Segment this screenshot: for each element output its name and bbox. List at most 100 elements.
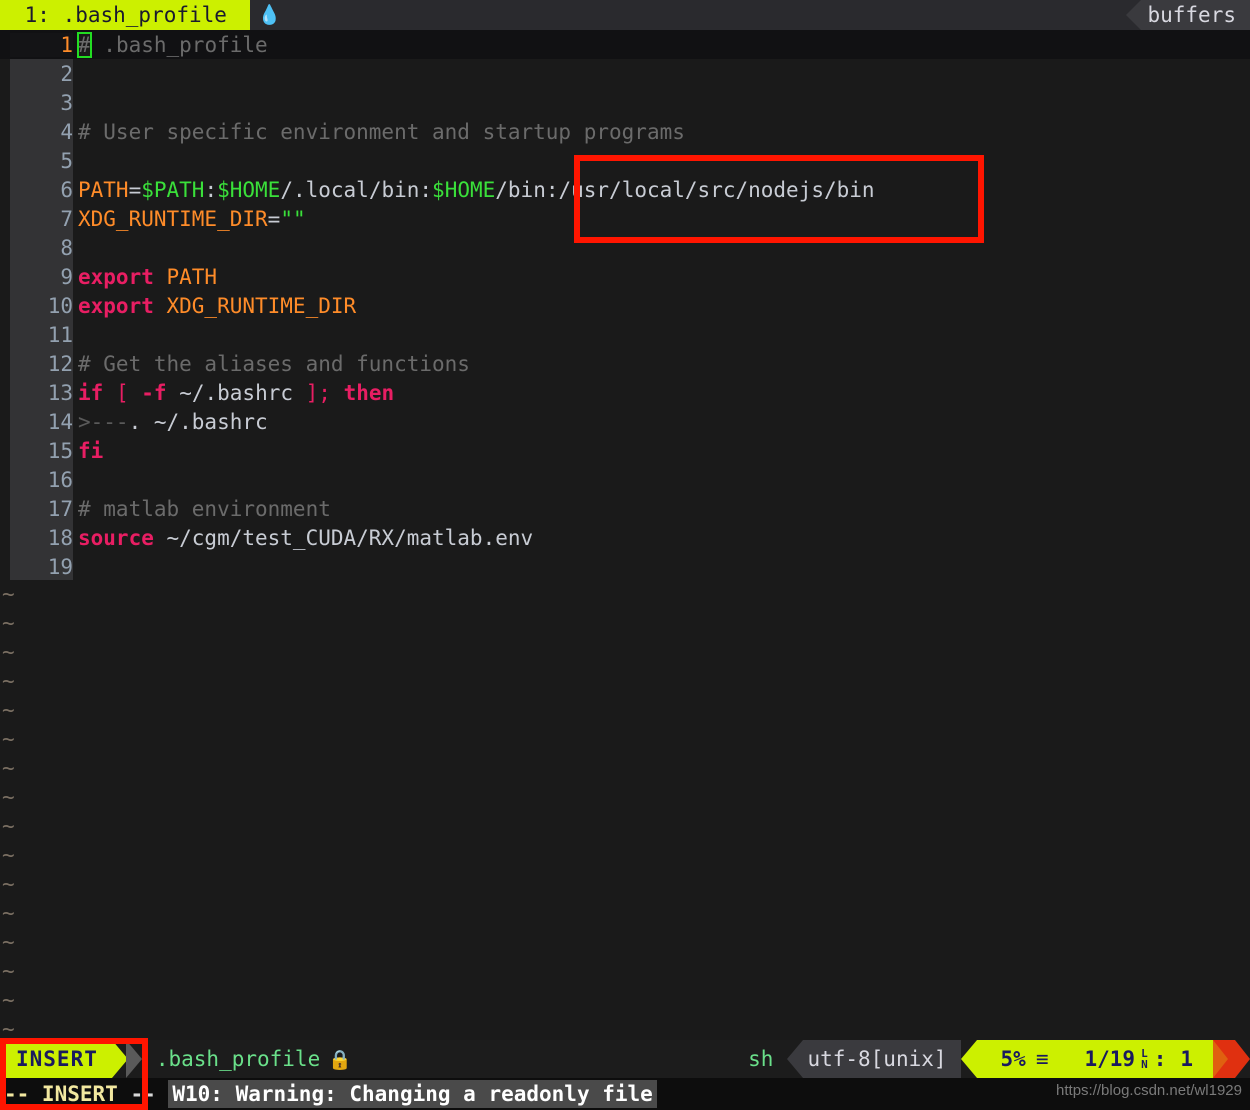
code-token: ]; bbox=[305, 380, 331, 405]
line-text: # .bash_profile bbox=[77, 31, 268, 58]
code-line[interactable]: 19 bbox=[0, 552, 1250, 581]
buffers-indicator[interactable]: buffers bbox=[1126, 0, 1250, 30]
status-filename: .bash_profile bbox=[155, 1047, 321, 1071]
code-line[interactable]: 2 bbox=[0, 59, 1250, 88]
empty-line-marker: ~ bbox=[2, 843, 15, 867]
line-number: 5 bbox=[60, 148, 73, 173]
lock-icon: 🔒 bbox=[328, 1048, 352, 1071]
status-filename-group: .bash_profile 🔒 bbox=[141, 1040, 360, 1078]
tabline-spacer bbox=[289, 0, 1142, 30]
line-text: # matlab environment bbox=[78, 497, 331, 521]
line-text: if [ -f ~/.bashrc ]; then bbox=[78, 381, 394, 405]
code-line[interactable]: 8 bbox=[0, 233, 1250, 262]
status-col-separator: : bbox=[1153, 1047, 1167, 1071]
code-line[interactable]: 18 source ~/cgm/test_CUDA/RX/matlab.env bbox=[0, 523, 1250, 552]
line-number: 15 bbox=[47, 438, 73, 463]
empty-line-marker: ~ bbox=[2, 727, 15, 751]
statusline-spacer bbox=[359, 1040, 735, 1078]
empty-line-marker: ~ bbox=[2, 669, 15, 693]
code-line[interactable]: 14 >---. ~/.bashrc bbox=[0, 407, 1250, 436]
empty-line-marker: ~ bbox=[2, 611, 15, 635]
code-line[interactable]: 11 bbox=[0, 320, 1250, 349]
code-token: XDG_RUNTIME_DIR bbox=[153, 293, 357, 318]
code-line[interactable]: 12 # Get the aliases and functions bbox=[0, 349, 1250, 378]
empty-line-marker: ~ bbox=[2, 814, 15, 838]
code-token: /.local/bin: bbox=[280, 177, 433, 202]
code-line[interactable]: 1 # .bash_profile bbox=[0, 30, 1250, 59]
line-number: 12 bbox=[47, 351, 73, 376]
status-position-group: 1/19 L N : 1 bbox=[1064, 1040, 1213, 1078]
statusline: INSERT .bash_profile 🔒 sh utf-8[unix] 5%… bbox=[0, 1040, 1250, 1078]
empty-line-markers: ~ ~ ~ ~ ~ ~ ~ ~ ~ ~ ~ ~ ~ ~ ~ ~ bbox=[0, 580, 40, 1044]
line-text: XDG_RUNTIME_DIR="" bbox=[78, 207, 306, 231]
code-line[interactable]: 9 export PATH bbox=[0, 262, 1250, 291]
code-token: fi bbox=[78, 438, 104, 463]
code-token: ~/.bashrc bbox=[166, 380, 306, 405]
line-text: # User specific environment and startup … bbox=[78, 120, 685, 144]
code-line[interactable]: 7 XDG_RUNTIME_DIR="" bbox=[0, 204, 1250, 233]
code-line[interactable]: 13 if [ -f ~/.bashrc ]; then bbox=[0, 378, 1250, 407]
code-line[interactable]: 4 # User specific environment and startup… bbox=[0, 117, 1250, 146]
code-lines: 1 # .bash_profile 2 3 4 # User specific envir… bbox=[0, 30, 1250, 581]
code-token: $PATH bbox=[141, 177, 205, 202]
code-token: = bbox=[267, 206, 281, 231]
line-glyph-bottom: N bbox=[1141, 1058, 1148, 1071]
empty-line-marker: ~ bbox=[2, 872, 15, 896]
status-cap-orange-icon bbox=[1213, 1040, 1228, 1078]
editor-area[interactable]: 1 # .bash_profile 2 3 4 # User specific envir… bbox=[0, 30, 1250, 1041]
vim-window: 1: .bash_profile 💧 buffers 1 # .bash_prof… bbox=[0, 0, 1250, 1110]
empty-line-marker: ~ bbox=[2, 930, 15, 954]
code-line[interactable]: 10 export XDG_RUNTIME_DIR bbox=[0, 291, 1250, 320]
line-text: # Get the aliases and functions bbox=[78, 352, 470, 376]
empty-line-marker: ~ bbox=[2, 640, 15, 664]
percent-chevron-icon bbox=[960, 1040, 977, 1078]
status-percent-group: 5% ≡ bbox=[976, 1040, 1065, 1078]
line-number-glyph-icon: L N bbox=[1141, 1048, 1148, 1070]
code-token: ~/cgm/test_CUDA/RX/matlab.env bbox=[153, 525, 534, 550]
status-filetype: sh bbox=[734, 1040, 788, 1078]
line-number: 9 bbox=[60, 264, 73, 289]
empty-line-marker: ~ bbox=[2, 988, 15, 1012]
code-line[interactable]: 3 bbox=[0, 88, 1250, 117]
buffers-label: buffers bbox=[1147, 3, 1236, 27]
code-token: # Get the aliases and functions bbox=[78, 351, 470, 376]
status-column: 1 bbox=[1180, 1047, 1193, 1071]
code-line[interactable]: 17 # matlab environment bbox=[0, 494, 1250, 523]
code-token: >--- bbox=[78, 409, 129, 434]
status-percent: 5% bbox=[1000, 1047, 1026, 1071]
empty-line-marker: ~ bbox=[2, 698, 15, 722]
code-token: export bbox=[78, 264, 154, 289]
code-line[interactable]: 6 PATH=$PATH:$HOME/.local/bin:$HOME/bin:/… bbox=[0, 175, 1250, 204]
line-number: 2 bbox=[60, 61, 73, 86]
status-cap-red-icon bbox=[1228, 1040, 1250, 1078]
code-token: source bbox=[78, 525, 154, 550]
line-text: >---. ~/.bashrc bbox=[78, 410, 268, 434]
message-dash: -- bbox=[130, 1082, 169, 1106]
code-token: /bin:/usr/local/src/nodejs/bin bbox=[495, 177, 875, 202]
watermark: https://blog.csdn.net/wl1929 bbox=[1056, 1082, 1242, 1099]
code-token: export bbox=[78, 293, 154, 318]
code-token: . ~/.bashrc bbox=[128, 409, 268, 434]
line-number: 6 bbox=[60, 177, 73, 202]
line-number: 16 bbox=[47, 467, 73, 492]
status-position: 1/19 bbox=[1084, 1047, 1136, 1071]
tabline: 1: .bash_profile 💧 buffers bbox=[0, 0, 1250, 30]
line-text: export PATH bbox=[78, 265, 217, 289]
code-token: : bbox=[204, 177, 218, 202]
mode-chevron-secondary-icon bbox=[125, 1040, 142, 1078]
code-line[interactable]: 16 bbox=[0, 465, 1250, 494]
code-token: PATH bbox=[153, 264, 218, 289]
code-line[interactable]: 5 bbox=[0, 146, 1250, 175]
tab-bash-profile[interactable]: 1: .bash_profile bbox=[0, 0, 250, 30]
message-mode: -- INSERT bbox=[4, 1082, 131, 1106]
message-warning: W10: Warning: Changing a readonly file bbox=[168, 1080, 657, 1108]
empty-line-marker: ~ bbox=[2, 959, 15, 983]
code-token: XDG_RUNTIME_DIR bbox=[78, 206, 268, 231]
code-token: "" bbox=[280, 206, 306, 231]
line-number: 3 bbox=[60, 90, 73, 115]
mode-indicator: INSERT bbox=[0, 1040, 112, 1078]
empty-line-marker: ~ bbox=[2, 582, 15, 606]
code-line[interactable]: 15 fi bbox=[0, 436, 1250, 465]
